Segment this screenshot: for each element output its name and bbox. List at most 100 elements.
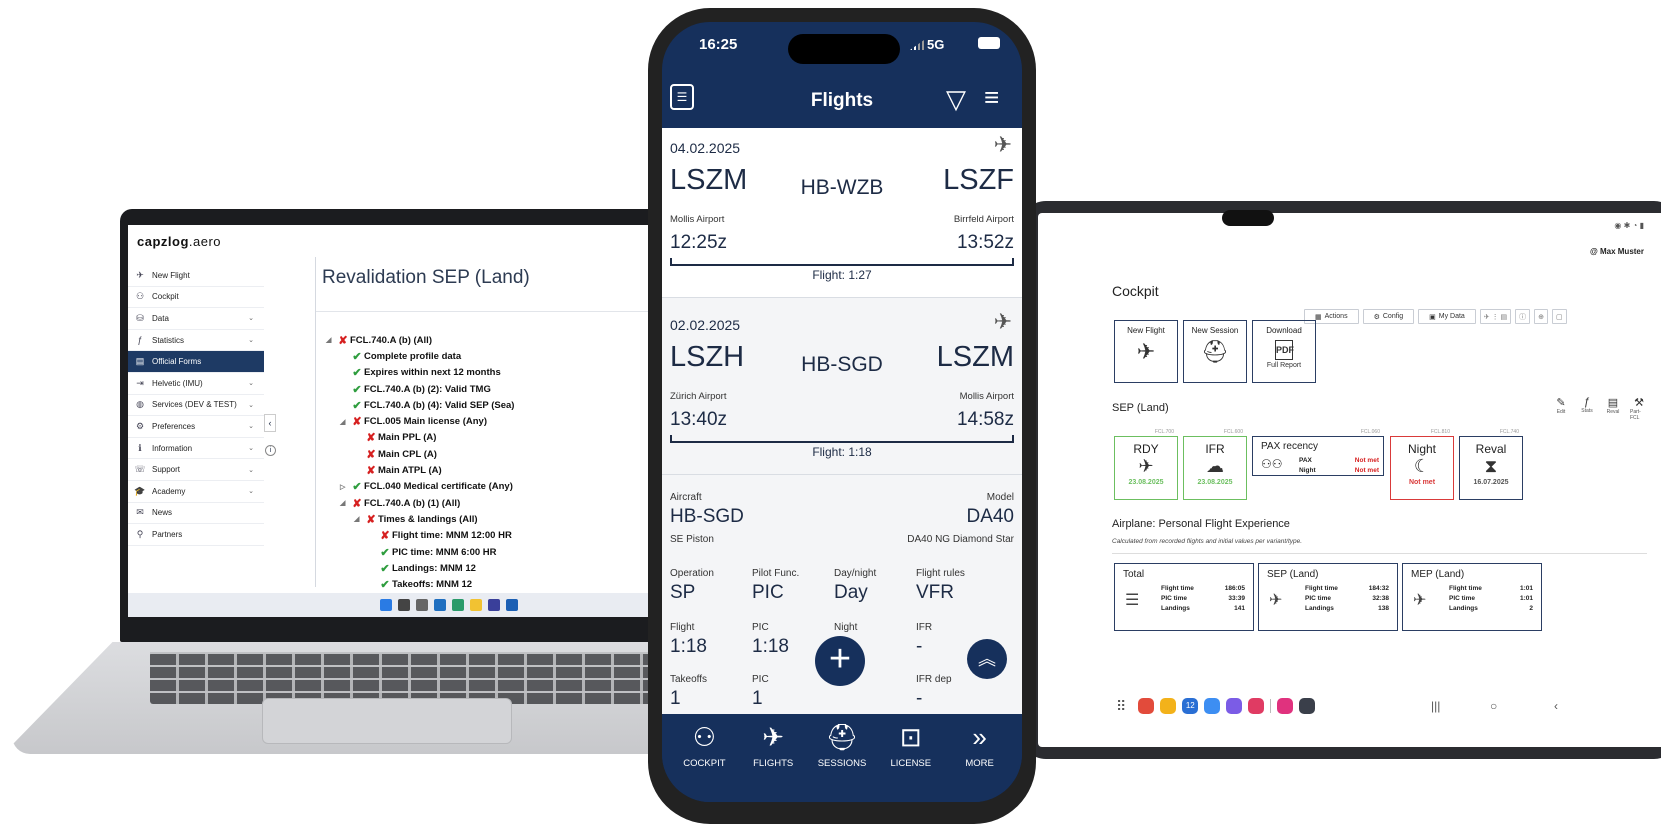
experience-tile[interactable]: SEP (Land) ✈ Flight time 184:32 PIC time 32:3… [1258, 563, 1398, 631]
dock-app-icon[interactable] [1138, 698, 1155, 714]
toolbar-icon-button[interactable]: ⓘ [1515, 309, 1531, 324]
tree-node[interactable]: ✔ Complete profile data [326, 348, 514, 364]
tree-node[interactable]: ▷ ✔ FCL.040 Medical certificate (Any) [326, 479, 514, 495]
tree-node[interactable]: ✔ FCL.740.A (b) (4): Valid SEP (Sea) [326, 397, 514, 413]
back-button[interactable]: ‹ [1554, 689, 1558, 723]
sidebar-item[interactable]: ⚲ Partners [128, 524, 264, 546]
tree-node[interactable]: ✘ Main ATPL (A) [326, 462, 514, 478]
task-view-icon[interactable] [416, 599, 428, 611]
tab-sessions[interactable]: ⛑ SESSIONS [808, 714, 877, 802]
tree-node[interactable]: ◢ ✘ Times & landings (All) [326, 511, 514, 527]
quick-action-tile[interactable]: New Session ⛑ [1183, 320, 1247, 383]
sidebar-item[interactable]: ⛁ Data ⌄ [128, 308, 264, 330]
tree-node[interactable]: ✔ FCL.740.A (b) (2): Valid TMG [326, 381, 514, 397]
experience-tile[interactable]: MEP (Land) ✈ Flight time 1:01 PIC time 1:01 La… [1402, 563, 1542, 631]
dock-app-icon[interactable] [1248, 698, 1265, 714]
tree-node[interactable]: ✔ Expires within next 12 months [326, 365, 514, 381]
store-icon[interactable] [488, 599, 500, 611]
brand-logo[interactable]: capzlog.aero [137, 234, 221, 249]
dock-app-icon[interactable] [1160, 698, 1177, 714]
status-tile[interactable]: FCL.740 Reval ⧗ 16.07.2025 [1459, 429, 1523, 500]
user-name[interactable]: @ Max Muster [1590, 247, 1644, 256]
sidebar-item[interactable]: 🎓 Academy ⌄ [128, 481, 264, 503]
menu-icon[interactable]: ≡ [984, 82, 999, 113]
tree-node[interactable]: ✔ Landings: MNM 12 [326, 560, 514, 576]
dock-app-icon[interactable] [1226, 698, 1243, 714]
edge-icon[interactable] [452, 599, 464, 611]
recents-button[interactable]: ||| [1431, 689, 1440, 723]
widgets-icon[interactable] [434, 599, 446, 611]
tab-more[interactable]: » MORE [945, 714, 1014, 802]
sidebar-item[interactable]: ℹ Information ⌄ [128, 438, 264, 460]
quick-action-tile[interactable]: Download PDF Full Report [1252, 320, 1316, 383]
pax-recency-tile[interactable]: FCL.060 PAX recency ⚇⚇ PAX Not met Night Not m… [1252, 429, 1384, 476]
sidebar-item[interactable]: ⚇ Cockpit [128, 287, 264, 309]
tree-expander-icon[interactable]: ◢ [340, 499, 350, 507]
windows-start-icon[interactable] [380, 599, 392, 611]
folder-icon[interactable] [470, 599, 482, 611]
sidebar-item[interactable]: ƒ Statistics ⌄ [128, 330, 264, 352]
status-tile[interactable]: FCL.700 RDY ✈ 23.08.2025 [1114, 429, 1178, 500]
home-button[interactable]: ○ [1490, 689, 1497, 723]
toolbar-icon-button[interactable]: ✈ ⋮ ▤ [1479, 309, 1512, 324]
stat-value: 33:39 [1228, 595, 1245, 602]
detail-value: - [916, 688, 923, 709]
tree-node[interactable]: ✔ Takeoffs: MNM 12 [326, 576, 514, 592]
status-tile[interactable]: FCL.600 IFR ☁ 23.08.2025 [1183, 429, 1247, 500]
tree-node[interactable]: ◢ ✘ FCL.005 Main license (Any) [326, 413, 514, 429]
sidebar-item[interactable]: ✉ News [128, 503, 264, 525]
sidebar-item[interactable]: ⇥ Helvetic (IMU) ⌄ [128, 373, 264, 395]
tree-node[interactable]: ✘ Main CPL (A) [326, 446, 514, 462]
sep-tool-button[interactable]: ✎ Edit [1552, 396, 1570, 421]
quick-action-tile[interactable]: New Flight ✈ [1114, 320, 1178, 383]
toolbar-icon-button[interactable]: ⊕ [1534, 309, 1549, 324]
sep-tool-label: Part-FCL [1630, 409, 1641, 421]
sep-tool-button[interactable]: ⚒ Part-FCL [1630, 396, 1648, 421]
scroll-top-button[interactable]: ︽ [967, 639, 1007, 679]
stat-row: PIC time 32:38 [1305, 594, 1389, 604]
tree-node[interactable]: ✘ Flight time: MNM 12:00 HR [326, 528, 514, 544]
tree-expander-icon[interactable]: ▷ [340, 483, 350, 491]
tree-node[interactable]: ✘ Main PPL (A) [326, 430, 514, 446]
dock-app-icon[interactable] [1204, 698, 1221, 714]
collapse-sidebar-button[interactable]: ‹ [264, 414, 276, 432]
sidebar-item[interactable]: ✈ New Flight [128, 265, 264, 287]
add-flight-button[interactable]: + [815, 636, 865, 686]
flight-timeline [670, 258, 1014, 266]
toolbar-label: Config [1382, 313, 1404, 320]
sidebar-item[interactable]: ◍ Services (DEV & TEST) ⌄ [128, 395, 264, 417]
sep-tool-button[interactable]: ▤ Reval [1604, 396, 1622, 421]
search-icon[interactable] [398, 599, 410, 611]
dock-app-icon[interactable] [1299, 698, 1316, 714]
experience-tile[interactable]: Total ☰ Flight time 186:05 PIC time 33:39 Land… [1114, 563, 1254, 631]
flight-card[interactable]: 04.02.2025 ✈ LSZM HB-WZB LSZF Mollis Airport B… [662, 128, 1022, 298]
sidebar-item[interactable]: ⚙ Preferences ⌄ [128, 416, 264, 438]
toolbar-icon-button[interactable]: ▢ [1552, 309, 1567, 324]
tab-flights[interactable]: ✈ FLIGHTS [739, 714, 808, 802]
calendar-app-icon[interactable]: 12 [1182, 698, 1199, 714]
tree-node[interactable]: ✔ PIC time: MNM 6:00 HR [326, 544, 514, 560]
mail-icon[interactable] [506, 599, 518, 611]
tab-label: LICENSE [890, 758, 932, 769]
sidebar-item[interactable]: ▤ Official Forms [128, 351, 264, 373]
tree-node[interactable]: ◢ ✘ FCL.740.A (b) (All) [326, 332, 514, 348]
tree-expander-icon[interactable]: ◢ [326, 336, 336, 344]
flight-card[interactable]: 02.02.2025 ✈ LSZH HB-SGD LSZM Zürich Airport M… [662, 305, 1022, 475]
toolbar-button[interactable]: ▣ My Data [1418, 309, 1476, 324]
filter-icon[interactable]: ▽ [946, 84, 966, 115]
detail-value: PIC [752, 582, 784, 603]
tab-license[interactable]: ⊡ LICENSE [876, 714, 945, 802]
toolbar-button[interactable]: ⚙ Config [1362, 309, 1415, 324]
sep-tool-button[interactable]: ƒ Stats [1578, 396, 1596, 421]
info-icon[interactable]: i [265, 445, 276, 456]
dock-app-icon[interactable] [1277, 698, 1294, 714]
status-tile[interactable]: FCL.810 Night ☾ Not met [1390, 429, 1454, 500]
tree-expander-icon[interactable]: ◢ [340, 418, 350, 426]
status-date: Not met [1408, 479, 1436, 486]
app-grid-icon[interactable]: ⠿ [1116, 698, 1126, 715]
tab-cockpit[interactable]: ⚇ COCKPIT [670, 714, 739, 802]
section-title-sep: SEP (Land) [1112, 402, 1169, 414]
sidebar-item[interactable]: ☏ Support ⌄ [128, 459, 264, 481]
tree-node[interactable]: ◢ ✘ FCL.740.A (b) (1) (All) [326, 495, 514, 511]
tree-expander-icon[interactable]: ◢ [354, 515, 364, 523]
